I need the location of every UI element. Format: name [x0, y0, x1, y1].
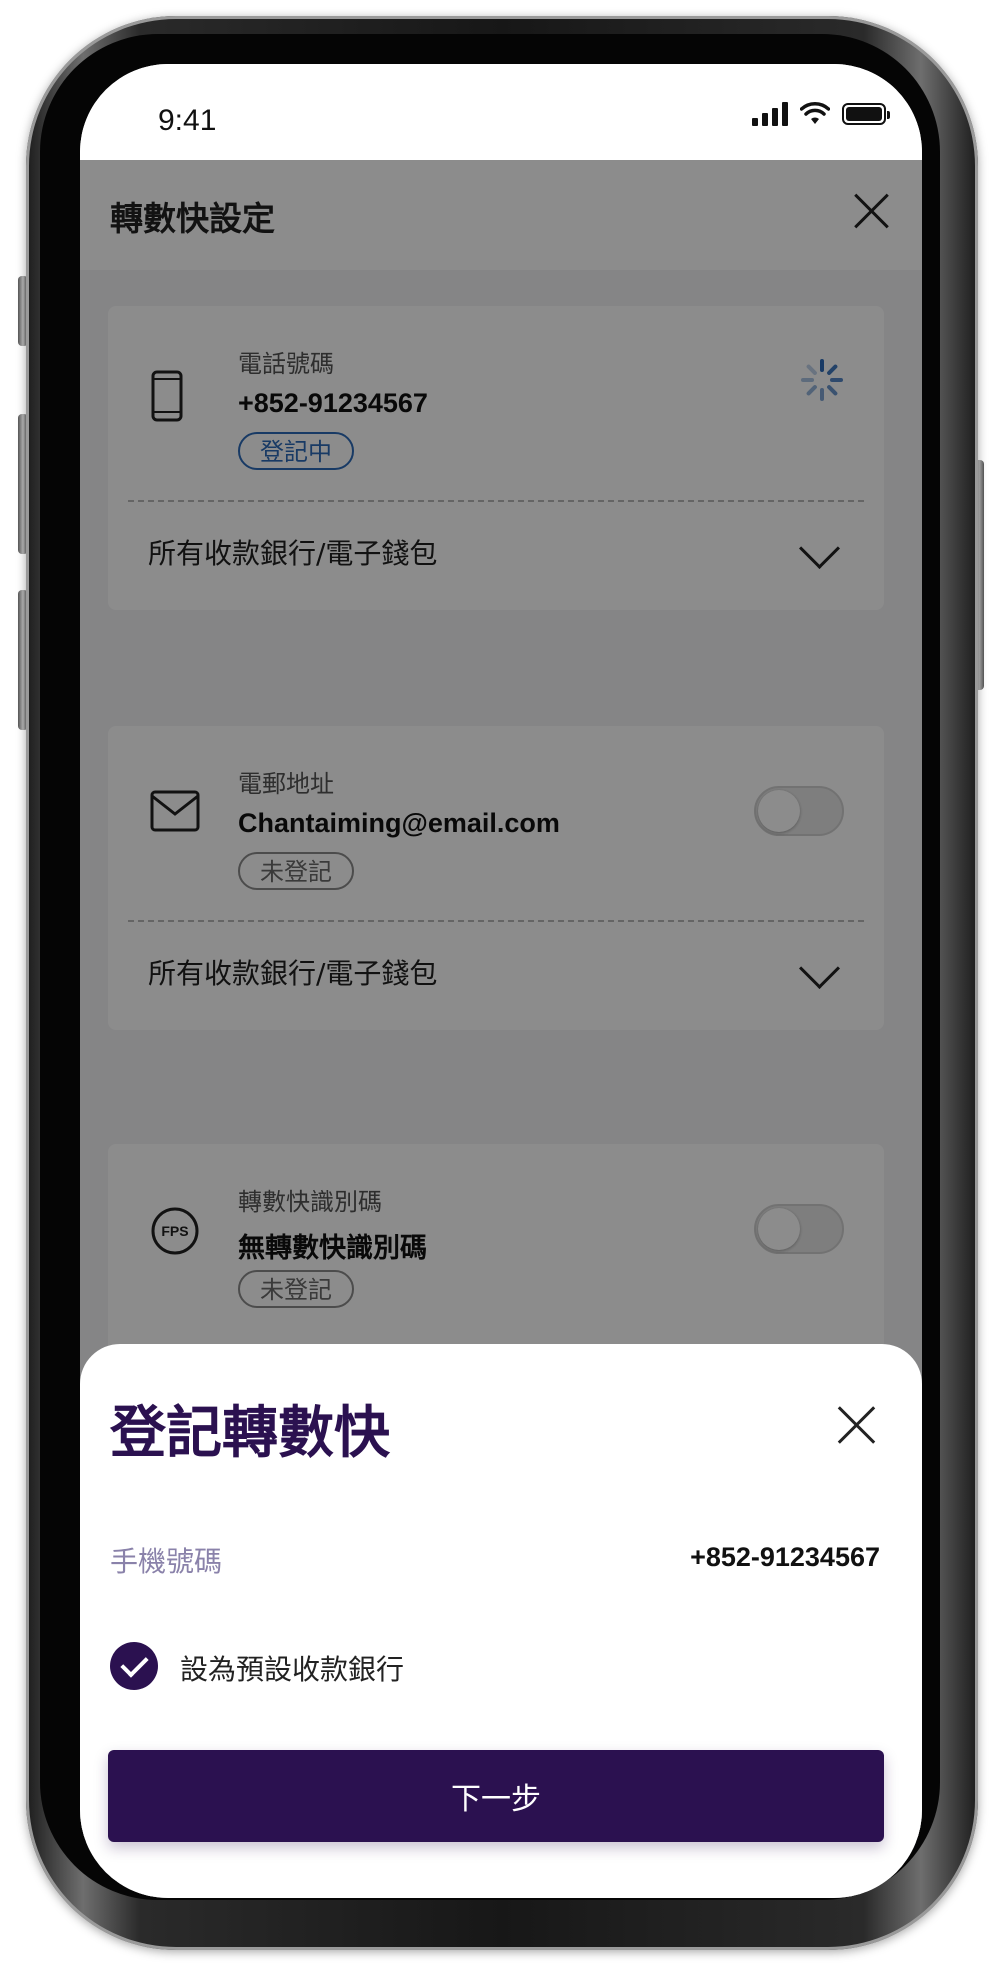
close-icon[interactable] [832, 1400, 880, 1448]
phone-screen: 9:41 轉數快設定 電話號碼 +852-91234567 登記中 所有收款銀行… [80, 64, 922, 1898]
status-time: 9:41 [158, 104, 217, 137]
cellular-signal-icon [752, 102, 788, 126]
device-stage: 9:41 轉數快設定 電話號碼 +852-91234567 登記中 所有收款銀行… [0, 0, 1000, 1966]
status-bar: 9:41 [80, 64, 922, 160]
register-fps-sheet: 登記轉數快 手機號碼 +852-91234567 設為預設收款銀行 下一步 [80, 1344, 922, 1898]
status-icons [752, 102, 890, 126]
default-bank-label[interactable]: 設為預設收款銀行 [180, 1648, 404, 1688]
sheet-title: 登記轉數快 [110, 1401, 390, 1466]
battery-icon [842, 103, 890, 125]
mobile-number-label: 手機號碼 [110, 1545, 223, 1578]
next-button[interactable]: 下一步 [108, 1750, 884, 1842]
default-bank-checkbox[interactable] [110, 1642, 158, 1690]
wifi-icon [800, 102, 830, 124]
mobile-number-value: +852-91234567 [690, 1542, 880, 1572]
